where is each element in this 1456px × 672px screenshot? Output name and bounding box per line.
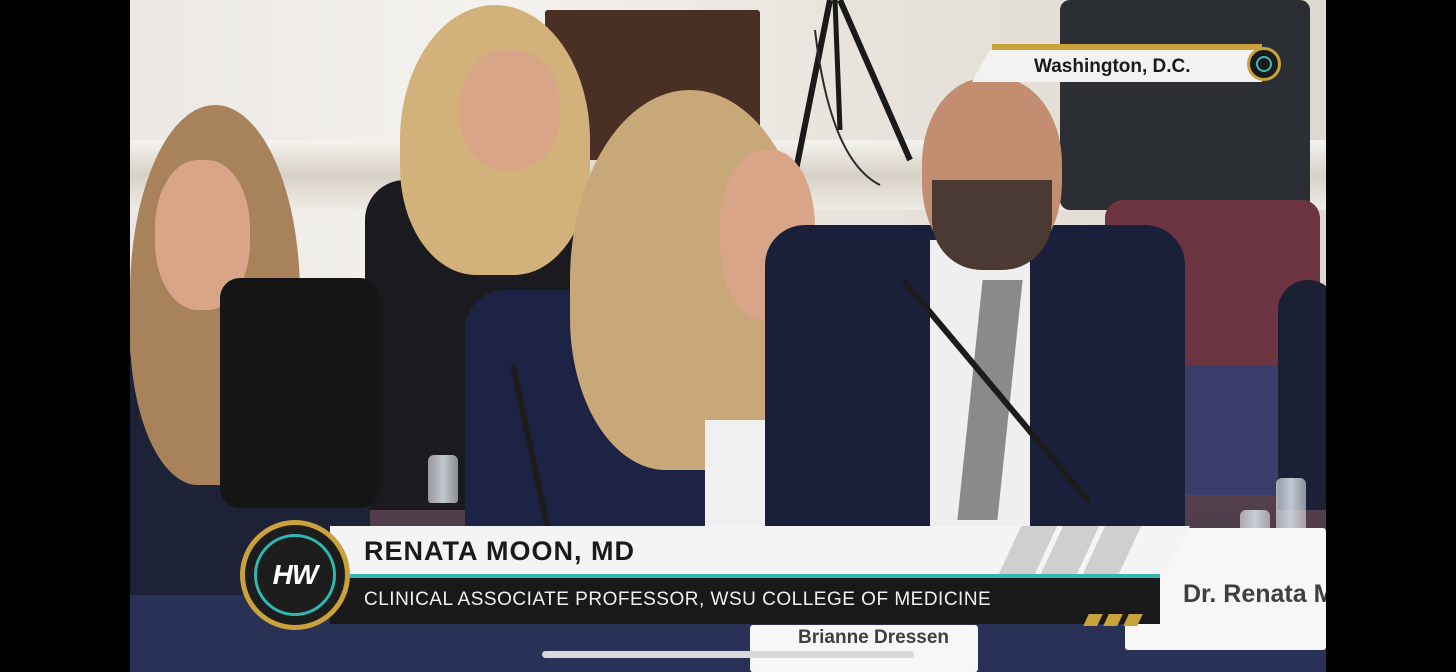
- location-badge: Washington, D.C.: [972, 42, 1282, 84]
- channel-logo-icon: HW: [240, 520, 350, 630]
- location-label: Washington, D.C.: [1034, 56, 1191, 77]
- name-placard-center: Brianne Dressen: [750, 625, 978, 672]
- lower-third: RENATA MOON, MD CLINICAL ASSOCIATE PROFE…: [240, 520, 1200, 630]
- speaker-name: RENATA MOON, MD: [364, 536, 635, 566]
- placard-text-right: Dr. Renata Moo: [1183, 580, 1326, 608]
- video-frame[interactable]: Dr. Renata Moo Brianne Dressen Washingto…: [130, 0, 1326, 672]
- video-scrubber[interactable]: [542, 651, 914, 658]
- lower-third-gold-marks: [1083, 614, 1146, 628]
- placard-text-center: Brianne Dressen: [798, 627, 950, 648]
- letterbox-right: [1326, 0, 1456, 672]
- logo-text: HW: [272, 559, 319, 590]
- dark-coat: [220, 278, 380, 508]
- person-edge-right: [1278, 280, 1326, 510]
- water-bottle: [428, 455, 458, 503]
- location-dot-icon: [1247, 47, 1281, 81]
- speaker-title: CLINICAL ASSOCIATE PROFESSOR, WSU COLLEG…: [364, 589, 992, 610]
- letterbox-left: [0, 0, 130, 672]
- leather-chair: [1060, 0, 1310, 210]
